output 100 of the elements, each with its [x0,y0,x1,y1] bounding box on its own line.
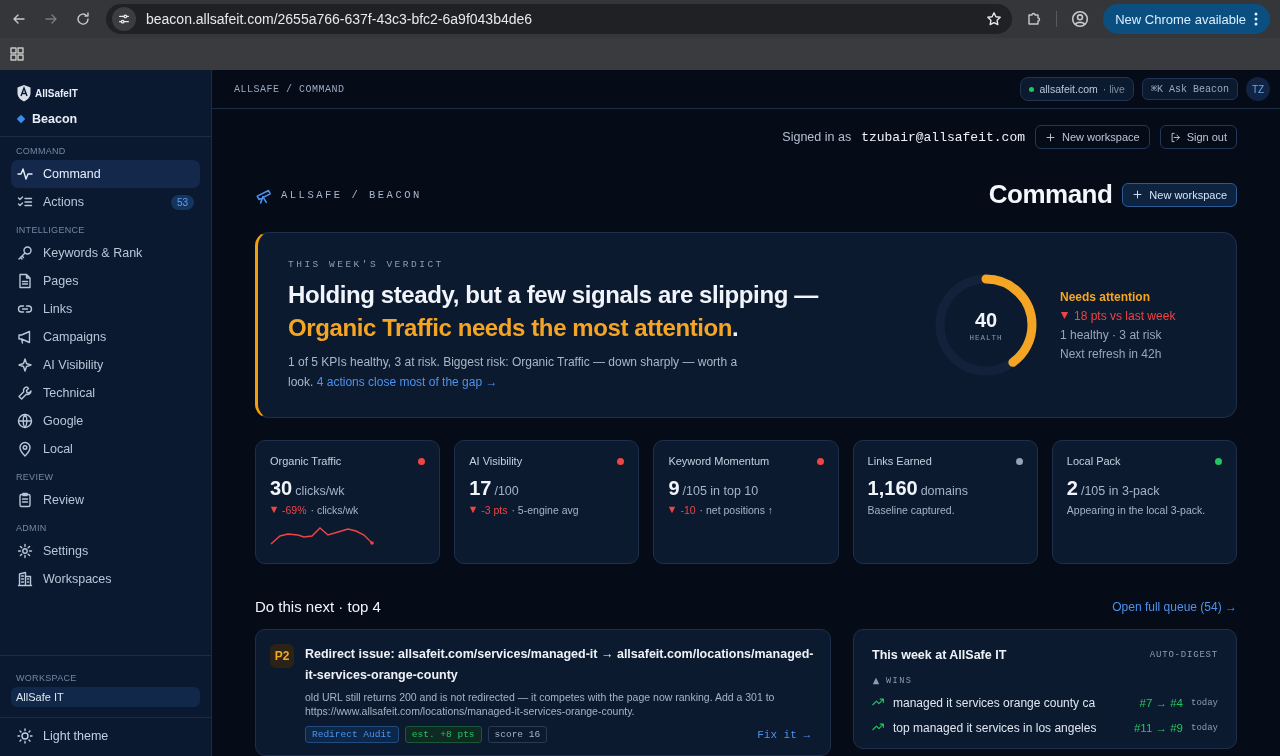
sign-out-button[interactable]: Sign out [1159,125,1237,149]
key-icon [17,245,33,261]
digest-tag: AUTO-DIGEST [1149,650,1218,660]
nav-item[interactable]: Google [11,407,200,435]
nav-item[interactable]: Links [11,295,200,323]
new-workspace-button[interactable]: New workspace [1122,182,1237,207]
star-icon [986,11,1003,27]
tag: score 16 [487,726,548,743]
trend-up-icon [872,720,885,733]
verdict-summary: 1 of 5 KPIs healthy, 3 at risk. Biggest risk: Organic Traffic — down sharply — worth a look. 4 actions close most of the gap → [288,353,739,391]
change-time: today [1191,698,1218,708]
avatar[interactable]: TZ [1246,77,1270,101]
verdict-eyebrow: THIS WEEK'S VERDICT [288,258,445,270]
tag: est. +8 pts [404,726,482,743]
kpi-change: -3 pts [481,504,508,516]
breadcrumb: ALLSAFE / COMMAND [234,83,346,95]
update-chrome-button[interactable]: New Chrome available [1103,4,1270,34]
fix-it-button[interactable]: Fix it → [751,727,816,742]
kpi-card[interactable]: AI Visibility 17/100 -3 pts · 5-engine avg [454,440,640,564]
rank-change: #11 → #9 [1133,722,1183,734]
section-label: INTELLIGENCE [15,225,86,235]
section-label: COMMAND [15,146,67,156]
kpi-value: 17 [469,477,492,500]
page-title: Command [988,179,1113,210]
kpi-change: -10 [680,504,696,516]
kpi-value: 30 [270,477,293,500]
wrench-icon [17,385,33,401]
more-menu-icon [1254,12,1258,26]
new-workspace-button[interactable]: New workspace [1035,125,1150,149]
kpi-name: Links Earned [867,455,932,467]
nav-item[interactable]: Workspaces [11,565,200,593]
kpi-unit: /105 in 3-pack [1080,484,1160,498]
kpi-name: AI Visibility [469,455,523,467]
theme-toggle[interactable]: Light theme [11,728,200,744]
down-triangle-icon [270,506,278,514]
megaphone-icon [17,329,33,345]
nav-item[interactable]: Technical [11,379,200,407]
signed-in-label: Signed in as [782,130,852,144]
nav-item[interactable]: Campaigns [11,323,200,351]
nav-item[interactable]: Command [11,160,200,188]
nav-item[interactable]: Settings [11,537,200,565]
product-name: Beacon [32,112,78,126]
down-triangle-icon [668,506,677,514]
kpi-card[interactable]: Keyword Momentum 9/105 in top 10 -10 · net positions ↑ [653,440,839,564]
open-queue-link[interactable]: Open full queue (54) → [1112,599,1237,614]
kpi-note: · net positions ↑ [699,504,774,516]
score-change: 18 pts vs last week [1074,308,1176,323]
ask-button[interactable]: ⌘K Ask Beacon [1141,78,1238,100]
building-icon [17,571,33,587]
count-badge: 53 [170,194,194,210]
reload-icon [75,11,91,27]
kpi-unit: clicks/wk [295,484,345,498]
address-bar[interactable]: beacon.allsafeit.com/2655a766-637f-43c3-bfc2-6a9f043b4de6 [106,4,1013,34]
logo-text: AllSafeIT [35,87,78,99]
kpi-unit: /100 [494,484,519,498]
nav-item[interactable]: AI Visibility [11,351,200,379]
down-triangle-icon [469,506,478,514]
kpi-card[interactable]: Organic Traffic 30 clicks/wk -69% · clicks/wk [255,440,441,564]
tag: Redirect Audit [305,726,399,743]
nav-item[interactable]: Pages [11,267,200,295]
plus-icon [1045,131,1056,143]
location-pin-icon [17,441,33,457]
kpi-note: Appearing in the local 3-pack. [1066,504,1206,516]
kpi-note: · 5-engine avg [511,504,579,516]
kpi-value: 9 [668,477,680,500]
kpi-card[interactable]: Links Earned 1,160 domains Baseline captured. [852,440,1038,564]
domain-pill[interactable]: allsafeit.com · live [1020,77,1134,101]
section-label: ADMIN [15,523,48,533]
rank-change: #7 → #4 [1139,697,1183,709]
refresh-note: Next refresh in 42h [1060,346,1163,361]
shield-logo-icon [16,84,32,102]
kpi-note: Baseline captured. [867,504,955,516]
actions-link[interactable]: 4 actions close most of the gap → [316,374,498,389]
kpi-card[interactable]: Local Pack 2/105 in 3-pack Appearing in the local 3-pack. [1051,440,1237,564]
kpi-value: 1,160 [867,477,918,500]
sparkle-icon [17,357,33,373]
kpi-value: 2 [1066,477,1078,500]
nav-item[interactable]: Local [11,435,200,463]
pulse-icon [17,166,33,182]
nav-item[interactable]: Keywords & Rank [11,239,200,267]
document-icon [17,273,33,289]
kpi-change: -69% [282,504,307,516]
kpi-unit: domains [920,484,968,498]
kpi-unit: /105 in top 10 [682,484,759,498]
section-label: REVIEW [15,472,55,482]
keyword: top managed it services in los angeles [893,721,1098,735]
kpi-note: · clicks/wk [310,504,359,516]
site-settings-icon [117,12,131,26]
nav-item[interactable]: Review [11,486,200,514]
puzzle-icon [1026,11,1043,27]
action-description: old URL still returns 200 and is not redirected — it competes with the page now ranking. Add a 301 to https://www.allsafeit.com/locations/managed-it-services-orange-county. [305,690,776,718]
digest-title: This week at AllSafe IT [872,648,1007,662]
up-triangle-icon [872,677,880,685]
action-title: Redirect issue: allsafeit.com/services/managed-it → allsafeit.com/locations/managed-it-services-orange-county [305,646,815,684]
globe-icon [17,413,33,429]
user-email: tzubair@allsafeit.com [861,129,1025,145]
keyword: managed it services orange county ca [893,696,1097,710]
apps-grid-icon [9,46,25,62]
nav-item[interactable]: Actions 53 [11,188,200,216]
workspace-selector[interactable]: AllSafe IT [11,687,200,707]
